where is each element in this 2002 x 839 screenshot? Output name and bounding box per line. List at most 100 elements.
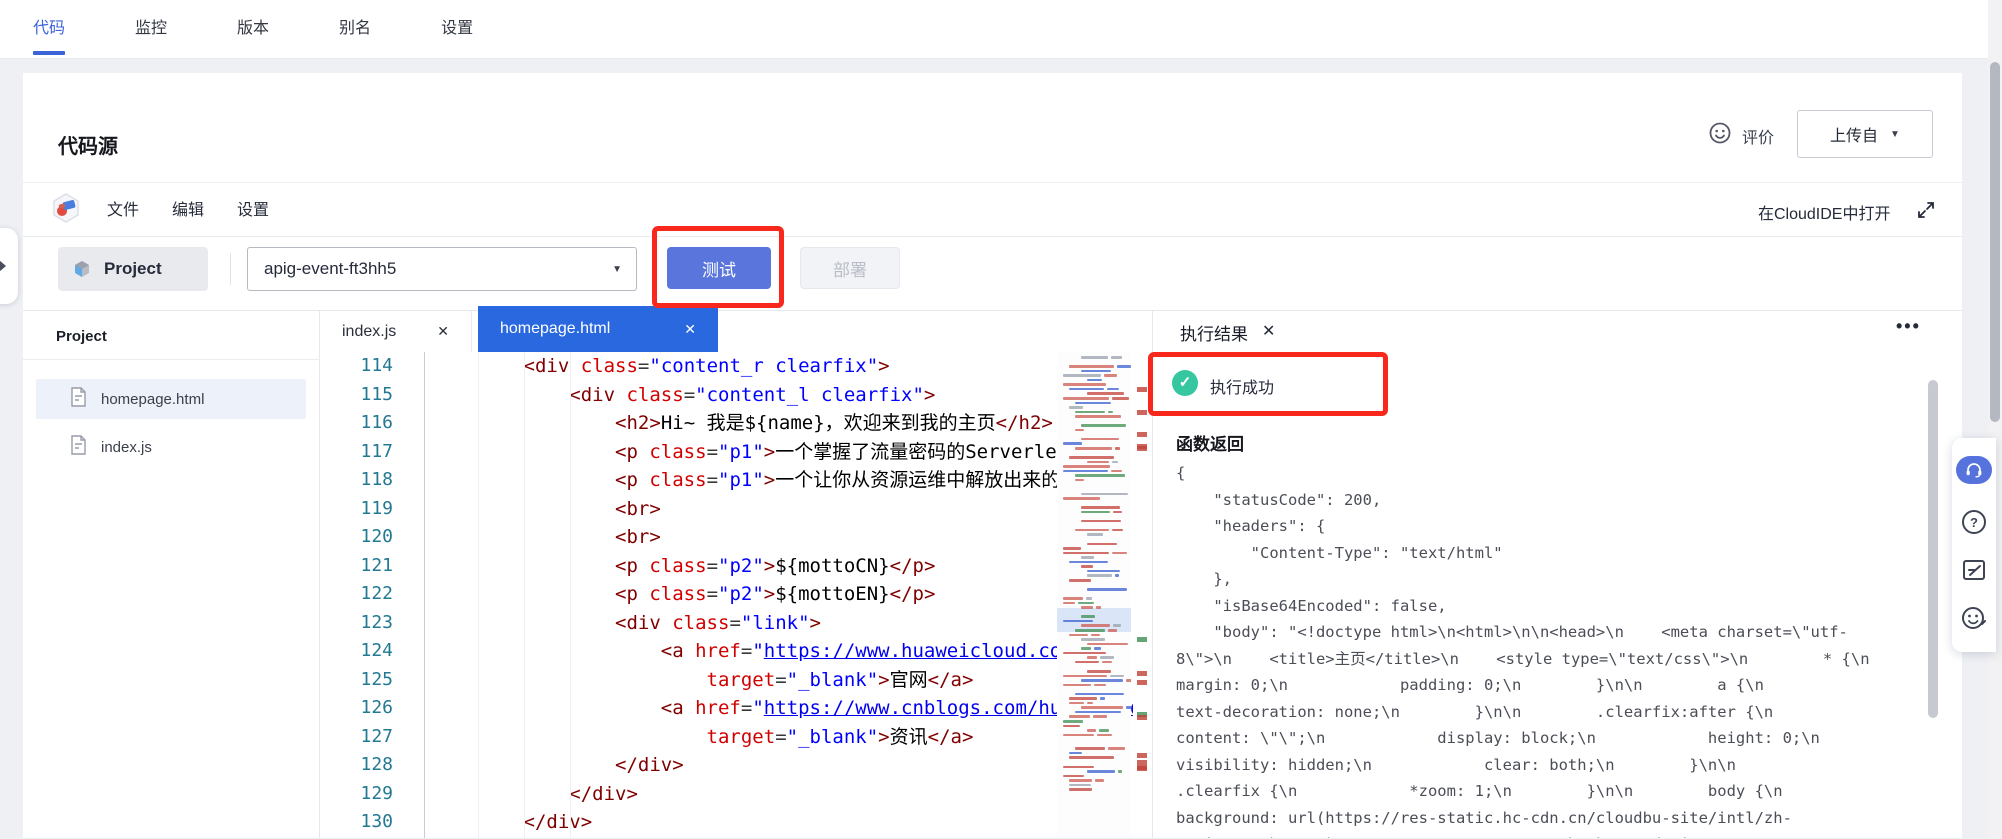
function-select[interactable]: apig-event-ft3hh5 ▼ <box>247 247 637 291</box>
minimap-line <box>1081 606 1093 609</box>
minimap-line <box>1075 474 1125 477</box>
minimap-line <box>1063 465 1110 468</box>
floating-support-toolbar: ? <box>1952 438 1996 652</box>
minimap-line <box>1063 652 1106 655</box>
minimap-line <box>1115 447 1120 450</box>
chevron-right-icon <box>0 260 6 272</box>
code-editor[interactable]: 114 <div class="content_r clearfix">115 … <box>320 352 1152 838</box>
minimap-line <box>1069 752 1082 755</box>
minimap-line <box>1113 624 1122 627</box>
minimap-line <box>1113 511 1122 514</box>
close-icon[interactable]: ✕ <box>437 323 449 340</box>
minimap-line <box>1081 624 1110 627</box>
open-in-cloudide-link[interactable]: 在CloudIDE中打开 <box>1758 200 1890 224</box>
file-item-homepage.html[interactable]: homepage.html <box>36 379 306 419</box>
smiley-rate-icon[interactable] <box>1708 121 1732 145</box>
code-lines: 114 <div class="content_r clearfix">115 … <box>320 352 1152 837</box>
minimap-line <box>1063 734 1094 737</box>
minimap-line <box>1112 461 1118 464</box>
close-icon[interactable]: ✕ <box>1262 321 1275 341</box>
function-return-heading: 函数返回 <box>1176 430 1244 455</box>
minimap-line <box>1075 629 1105 632</box>
success-check-icon: ✓ <box>1172 370 1198 396</box>
result-scrollbar-thumb[interactable] <box>1928 380 1938 718</box>
upload-from-label: 上传自 <box>1830 122 1878 146</box>
minimap-line <box>1093 715 1107 718</box>
code-line-116: 116 <h2>Hi~ 我是${name}，欢迎来到我的主页</h2> <box>320 409 1152 438</box>
minimap-line <box>1094 647 1102 650</box>
minimap-line <box>1069 715 1090 718</box>
minimap-line <box>1094 684 1107 687</box>
test-button[interactable]: 测试 <box>667 247 771 289</box>
file-explorer: Project homepage.htmlindex.js <box>23 311 320 838</box>
minimap-line <box>1107 388 1118 391</box>
minimap-line <box>1102 661 1112 664</box>
menu-item-1[interactable]: 编辑 <box>172 196 204 220</box>
ruler-mark <box>1137 671 1147 676</box>
top-tab-bar: 代码 监控 版本 别名 设置 <box>0 0 2002 59</box>
chevron-down-icon: ▼ <box>1890 129 1900 140</box>
minimap-line <box>1097 734 1111 737</box>
code-line-115: 115 <div class="content_l clearfix"> <box>320 381 1152 410</box>
minimap-line <box>1075 661 1099 664</box>
fullscreen-expand-icon[interactable] <box>1916 200 1936 220</box>
line-number: 119 <box>320 495 400 524</box>
minimap-line <box>1081 356 1108 359</box>
nav-tab-2[interactable]: 版本 <box>237 0 269 58</box>
minimap-line <box>1069 788 1092 791</box>
nav-tab-3[interactable]: 别名 <box>339 0 371 58</box>
editor-tab-index.js[interactable]: index.js✕ <box>320 311 472 352</box>
feedback-note-icon[interactable] <box>1960 556 1988 584</box>
function-logo-icon <box>50 192 82 224</box>
ruler-mark <box>1137 765 1147 770</box>
menu-item-0[interactable]: 文件 <box>107 196 139 220</box>
minimap-line <box>1108 747 1125 750</box>
minimap-line <box>1108 411 1113 414</box>
line-number: 126 <box>320 694 400 723</box>
code-line-122: 122 <p class="p2">${mottoEN}</p> <box>320 580 1152 609</box>
help-question-icon[interactable]: ? <box>1960 508 1988 536</box>
minimap-line <box>1063 383 1106 386</box>
nav-tab-1[interactable]: 监控 <box>135 0 167 58</box>
minimap-line <box>1075 415 1121 418</box>
cube-icon <box>72 259 92 279</box>
menu-item-2[interactable]: 设置 <box>237 196 269 220</box>
support-headset-icon[interactable] <box>1956 456 1992 484</box>
minimap-line <box>1111 470 1122 473</box>
line-number: 124 <box>320 637 400 666</box>
sidebar-collapse-handle[interactable] <box>0 228 18 304</box>
line-content: target="_blank">官网</a> <box>400 666 973 695</box>
rate-link[interactable]: 评价 <box>1742 124 1774 148</box>
nav-tab-4[interactable]: 设置 <box>441 0 473 58</box>
file-item-index.js[interactable]: index.js <box>36 427 306 467</box>
function-select-value: apig-event-ft3hh5 <box>264 259 396 279</box>
json-line-3: "Content-Type": "text/html" <box>1176 540 1920 567</box>
minimap-line <box>1069 579 1091 582</box>
line-content: </div> <box>400 751 684 780</box>
minimap-line <box>1081 679 1123 682</box>
project-button[interactable]: Project <box>58 247 208 291</box>
more-menu-icon[interactable]: ••• <box>1896 316 1921 337</box>
execution-status: 执行成功 <box>1210 374 1274 398</box>
minimap-line <box>1075 402 1111 405</box>
ruler-mark <box>1137 387 1147 392</box>
upload-from-button[interactable]: 上传自 ▼ <box>1797 110 1933 158</box>
minimap-line <box>1126 679 1131 682</box>
nav-tab-0[interactable]: 代码 <box>33 0 65 58</box>
minimap-line <box>1078 602 1094 605</box>
editor-minimap[interactable] <box>1057 352 1131 838</box>
line-content: </div> <box>400 780 638 809</box>
line-content: <p class="p1">一个让你从资源运维中解放出来的 <box>400 466 1060 495</box>
minimap-line <box>1108 629 1117 632</box>
minimap-line <box>1087 656 1097 659</box>
satisfaction-smiley-icon[interactable] <box>1960 604 1988 632</box>
line-number: 123 <box>320 609 400 638</box>
json-line-5: "isBase64Encoded": false, <box>1176 593 1920 620</box>
close-icon[interactable]: ✕ <box>684 321 696 338</box>
indent-guide <box>524 352 525 838</box>
code-line-117: 117 <p class="p1">一个掌握了流量密码的Serverless <box>320 438 1152 467</box>
editor-tab-homepage.html[interactable]: homepage.html✕ <box>478 306 718 352</box>
divider <box>230 253 231 285</box>
page-scrollbar-thumb[interactable] <box>1990 62 2000 422</box>
ruler-mark <box>1137 680 1147 685</box>
